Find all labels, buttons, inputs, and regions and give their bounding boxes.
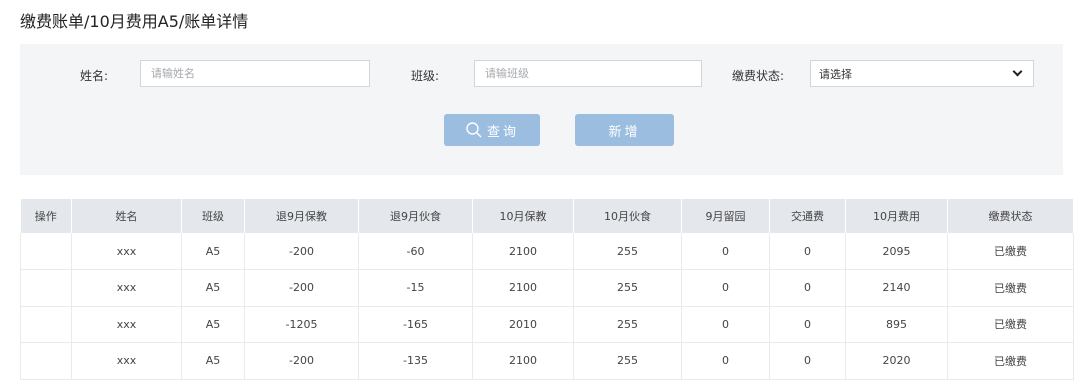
table-cell: xxx xyxy=(71,269,182,307)
add-button-label: 新增 xyxy=(608,124,641,140)
column-header: 姓名 xyxy=(71,199,182,233)
table-row: xxx A5 -1205 -165 2010 255 0 0 895 已缴费 xyxy=(20,306,1074,343)
table-cell: 2095 xyxy=(845,233,948,270)
query-button-label: 查询 xyxy=(486,124,519,140)
column-header: 10月费用 xyxy=(845,199,948,233)
name-filter-label: 姓名: xyxy=(80,69,109,83)
table-cell: 0 xyxy=(769,269,846,307)
table-header-row: 操作 姓名 班级 退9月保教 退9月伙食 10月保教 10月伙食 9月留园 交通… xyxy=(20,199,1074,233)
table-cell: 255 xyxy=(573,306,682,343)
action-cell xyxy=(20,233,72,270)
action-cell xyxy=(20,269,72,307)
table-cell: 255 xyxy=(573,233,682,270)
table-cell: 0 xyxy=(681,306,770,343)
table-cell: -200 xyxy=(244,269,359,307)
status-select-value: 请选择 xyxy=(819,67,852,81)
breadcrumb: 缴费账单/10月费用A5/账单详情 xyxy=(20,12,249,31)
table-cell: 0 xyxy=(681,269,770,307)
add-button[interactable]: 新增 xyxy=(575,114,674,146)
table-cell: 已缴费 xyxy=(947,233,1074,270)
table-cell: xxx xyxy=(71,306,182,343)
table-cell: 已缴费 xyxy=(947,342,1074,380)
table-cell: 2140 xyxy=(845,269,948,307)
table-cell: -200 xyxy=(244,233,359,270)
bill-table-container: 操作 姓名 班级 退9月保教 退9月伙食 10月保教 10月伙食 9月留园 交通… xyxy=(20,199,1074,380)
column-header: 10月保教 xyxy=(472,199,574,233)
table-cell: A5 xyxy=(181,269,245,307)
status-select[interactable]: 请选择 xyxy=(810,60,1034,87)
table-cell: 2010 xyxy=(472,306,574,343)
column-header: 9月留园 xyxy=(681,199,770,233)
table-cell: -200 xyxy=(244,342,359,380)
query-button[interactable]: 查询 xyxy=(444,114,540,146)
table-cell: 2020 xyxy=(845,342,948,380)
table-cell: -15 xyxy=(358,269,473,307)
name-input[interactable] xyxy=(140,60,370,87)
status-filter-label: 缴费状态: xyxy=(732,69,785,83)
filter-panel: 姓名: 班级: 缴费状态: 请选择 查询 新增 xyxy=(20,44,1063,175)
table-cell: 2100 xyxy=(472,269,574,307)
table-cell: -165 xyxy=(358,306,473,343)
table-row: xxx A5 -200 -60 2100 255 0 0 2095 已缴费 xyxy=(20,233,1074,270)
column-header: 10月伙食 xyxy=(573,199,682,233)
chevron-down-icon xyxy=(1012,66,1023,77)
table-cell: 0 xyxy=(681,342,770,380)
action-cell xyxy=(20,342,72,380)
table-cell: -1205 xyxy=(244,306,359,343)
table-cell: 2100 xyxy=(472,342,574,380)
table-row: xxx A5 -200 -135 2100 255 0 0 2020 已缴费 xyxy=(20,342,1074,380)
table-cell: 0 xyxy=(681,233,770,270)
table-cell: 0 xyxy=(769,342,846,380)
table-cell: 895 xyxy=(845,306,948,343)
column-header: 交通费 xyxy=(769,199,846,233)
table-cell: 255 xyxy=(573,342,682,380)
table-cell: xxx xyxy=(71,233,182,270)
table-row: xxx A5 -200 -15 2100 255 0 0 2140 已缴费 xyxy=(20,269,1074,307)
table-cell: -135 xyxy=(358,342,473,380)
table-cell: 255 xyxy=(573,269,682,307)
action-cell xyxy=(20,306,72,343)
column-header: 操作 xyxy=(20,199,72,233)
column-header: 退9月保教 xyxy=(244,199,359,233)
column-header: 班级 xyxy=(181,199,245,233)
table-cell: 0 xyxy=(769,233,846,270)
class-filter-label: 班级: xyxy=(411,69,440,83)
table-cell: xxx xyxy=(71,342,182,380)
table-cell: 已缴费 xyxy=(947,306,1074,343)
column-header: 缴费状态 xyxy=(947,199,1074,233)
table-cell: 0 xyxy=(769,306,846,343)
search-icon xyxy=(466,122,482,138)
column-header: 退9月伙食 xyxy=(358,199,473,233)
class-input[interactable] xyxy=(474,60,702,87)
table-cell: A5 xyxy=(181,342,245,380)
table-cell: 2100 xyxy=(472,233,574,270)
table-cell: 已缴费 xyxy=(947,269,1074,307)
bill-table: 操作 姓名 班级 退9月保教 退9月伙食 10月保教 10月伙食 9月留园 交通… xyxy=(20,199,1074,380)
table-cell: A5 xyxy=(181,306,245,343)
table-cell: A5 xyxy=(181,233,245,270)
table-cell: -60 xyxy=(358,233,473,270)
